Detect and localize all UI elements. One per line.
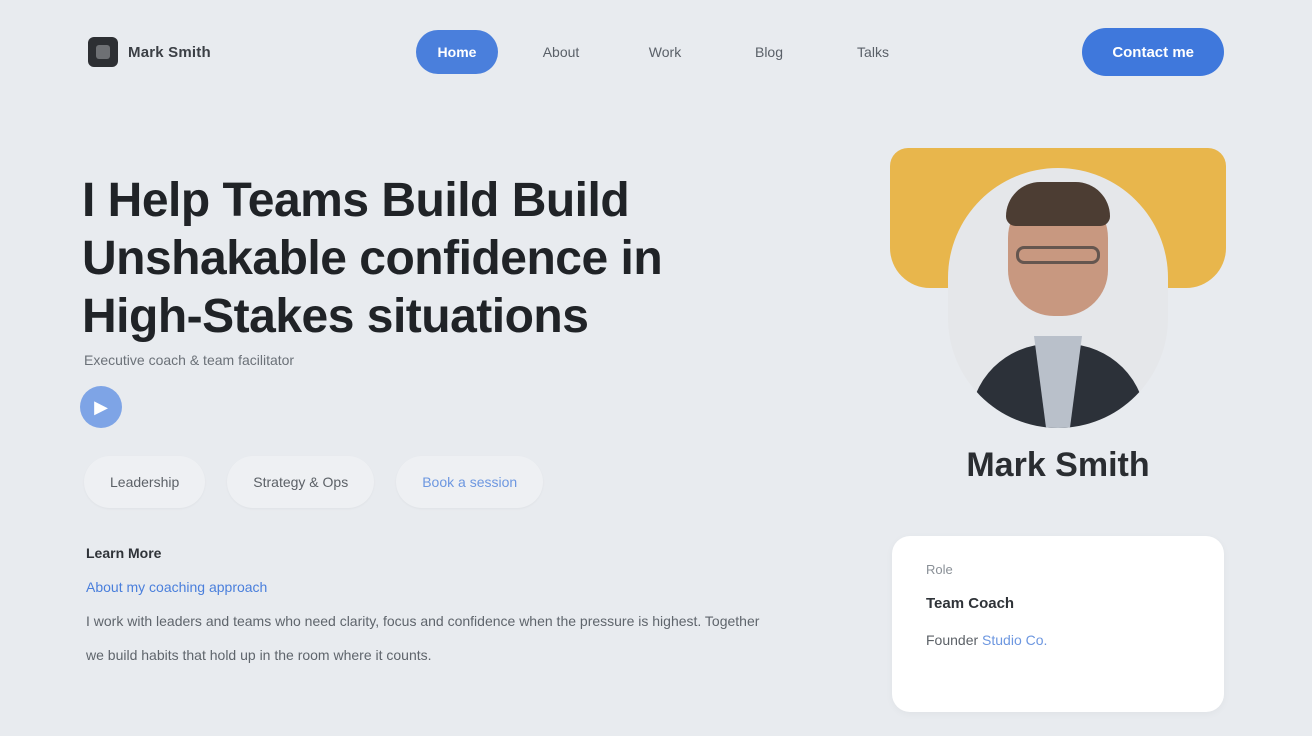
info-row-link[interactable]: Studio Co. [982, 632, 1047, 648]
logo-icon [88, 37, 118, 67]
page: Mark Smith Home About Work Blog Talks Co… [0, 0, 1312, 736]
logo[interactable]: Mark Smith [88, 37, 408, 67]
nav-item-blog[interactable]: Blog [728, 30, 810, 74]
info-value: Team Coach [926, 595, 1015, 612]
hero-subtitle: Executive coach & team facilitator [84, 352, 295, 368]
site-header: Mark Smith Home About Work Blog Talks Co… [0, 0, 1312, 104]
info-label: Role [926, 562, 953, 577]
body-lead: Learn More [86, 545, 162, 561]
body-paragraph: I work with leaders and teams who need c… [86, 613, 760, 663]
hero-title: I Help Teams Build Build Unshakable conf… [82, 174, 663, 343]
nav-item-home[interactable]: Home [416, 30, 498, 74]
main-nav: Home About Work Blog Talks [416, 30, 914, 74]
avatar [948, 168, 1168, 428]
hero-body: Learn More About my coaching approach I … [86, 536, 776, 672]
nav-item-work[interactable]: Work [624, 30, 706, 74]
nav-item-about[interactable]: About [520, 30, 602, 74]
nav-item-talks[interactable]: Talks [832, 30, 914, 74]
hero-pills: Leadership Strategy & Ops Book a session [84, 456, 544, 508]
contact-button[interactable]: Contact me [1082, 28, 1224, 76]
body-link[interactable]: About my coaching approach [86, 579, 267, 595]
info-row: Founder Studio Co. [926, 632, 1190, 648]
info-card: Role Team Coach Founder Studio Co. [892, 536, 1224, 712]
logo-text: Mark Smith [128, 43, 211, 61]
play-button[interactable]: ▶ [80, 386, 122, 428]
info-row-prefix: Founder [926, 632, 983, 648]
profile-photo [890, 148, 1226, 448]
pill-book-session[interactable]: Book a session [396, 456, 544, 508]
profile-name: Mark Smith [966, 446, 1150, 484]
pill-strategy[interactable]: Strategy & Ops [227, 456, 375, 508]
play-icon: ▶ [94, 396, 108, 417]
pill-leadership[interactable]: Leadership [84, 456, 206, 508]
